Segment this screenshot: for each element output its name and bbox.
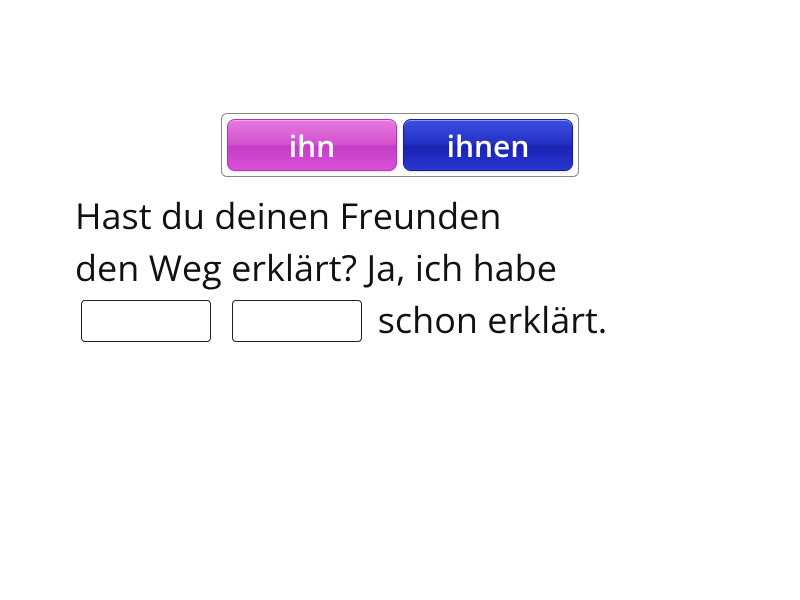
drag-tile-ihn[interactable]: ihn [227,119,397,171]
sentence-word: erklärt. [487,295,607,344]
sentence-word: habe [473,243,557,292]
sentence-word: Weg [149,243,222,292]
sentence-word: Freunden [339,191,501,240]
drag-tile-ihnen[interactable]: ihnen [403,119,573,171]
tile-label: ihnen [447,125,530,166]
sentence-word: ich [415,243,463,292]
exercise-sentence: Hast du deinen Freunden den Weg erklärt?… [75,190,760,347]
sentence-word: erklärt? [231,243,357,292]
sentence-word: schon [378,295,478,344]
tile-label: ihn [289,125,335,166]
sentence-word: den [75,243,139,292]
sentence-word: Hast [75,191,152,240]
drop-blank[interactable] [232,300,362,342]
sentence-word: du [161,191,205,240]
sentence-word: deinen [214,191,330,240]
sentence-word: Ja, [366,243,405,292]
drop-blank[interactable] [81,300,211,342]
tile-tray: ihn ihnen [221,113,579,177]
